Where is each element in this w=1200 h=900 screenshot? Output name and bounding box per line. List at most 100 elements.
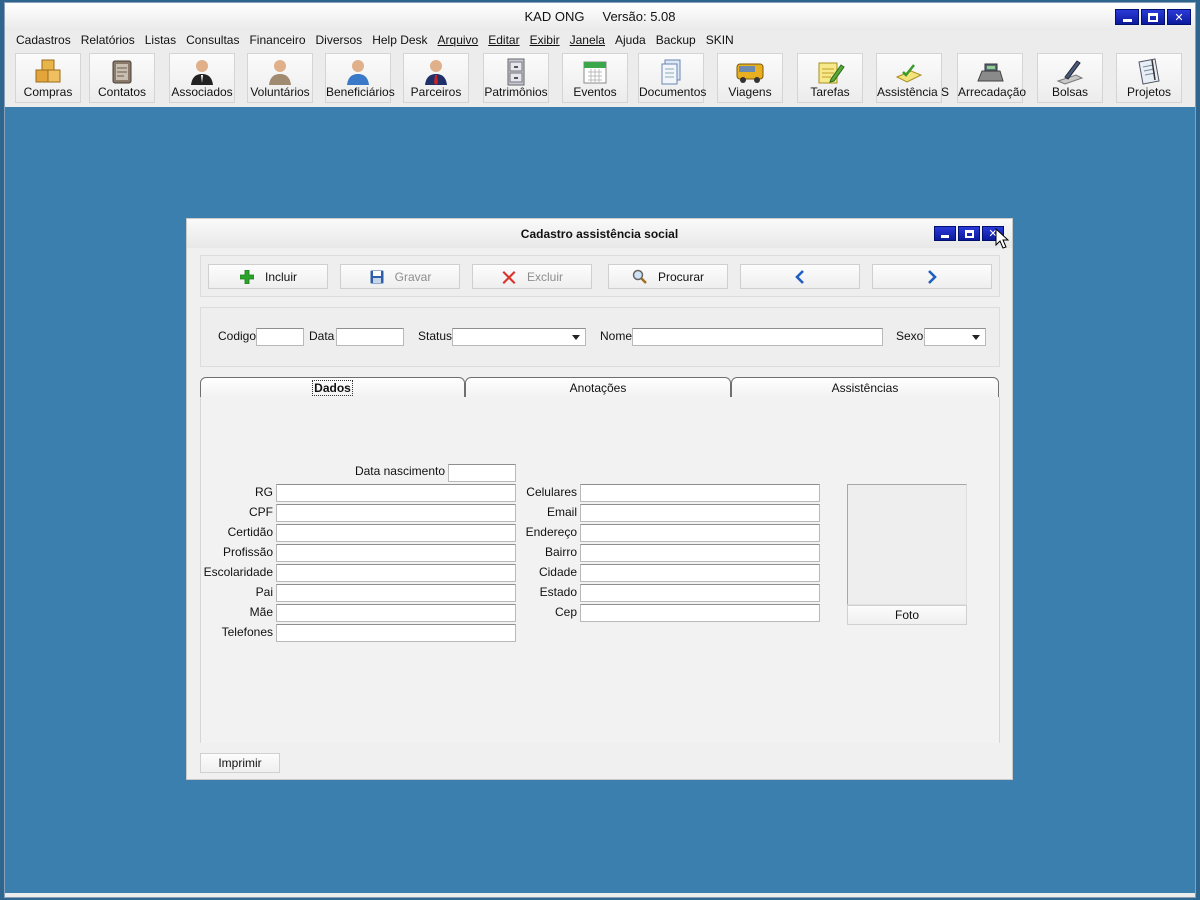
field-input-cidade[interactable]	[580, 564, 820, 582]
sexo-select[interactable]	[924, 328, 986, 346]
tab-anotacoes[interactable]: Anotações	[465, 377, 731, 397]
field-label-estado: Estado	[539, 585, 577, 599]
previous-record-button[interactable]	[740, 264, 860, 289]
field-input-telefones[interactable]	[276, 624, 516, 642]
menu-exibir[interactable]: Exibir	[530, 33, 560, 47]
person-suit-icon	[187, 57, 217, 87]
tab-dados[interactable]: Dados	[200, 377, 465, 397]
field-input-cpf[interactable]	[276, 504, 516, 522]
menu-relatórios[interactable]: Relatórios	[81, 33, 135, 47]
menu-ajuda[interactable]: Ajuda	[615, 33, 646, 47]
excluir-label: Excluir	[526, 269, 563, 284]
toolbar-tarefas-button[interactable]: Tarefas	[797, 53, 863, 103]
toolbar-arrecadação-button[interactable]: Arrecadação	[957, 53, 1026, 103]
field-label-certidão: Certidão	[227, 525, 273, 539]
menu-financeiro[interactable]: Financeiro	[249, 33, 305, 47]
app-titlebar[interactable]: KAD ONG Versão: 5.08 ✕	[5, 3, 1195, 30]
delete-x-icon	[501, 269, 517, 285]
procurar-button[interactable]: Procurar	[608, 264, 728, 289]
data-field[interactable]	[336, 328, 404, 346]
app-window-controls: ✕	[1115, 9, 1191, 25]
menu-help-desk[interactable]: Help Desk	[372, 33, 427, 47]
foto-button-label: Foto	[894, 608, 919, 622]
nascimento-field[interactable]	[448, 464, 516, 482]
child-titlebar[interactable]: Cadastro assistência social ✕	[187, 219, 1012, 248]
address-book-icon	[107, 57, 137, 87]
field-label-cep: Cep	[554, 605, 577, 619]
toolbar-label: Bolsas	[1051, 85, 1089, 99]
toolbar-compras-button[interactable]: Compras	[15, 53, 81, 103]
field-label-pai: Pai	[255, 585, 273, 599]
toolbar-label: Parceiros	[410, 85, 462, 99]
excluir-button[interactable]: Excluir	[472, 264, 592, 289]
menu-janela[interactable]: Janela	[570, 33, 605, 47]
toolbar-bolsas-button[interactable]: Bolsas	[1037, 53, 1103, 103]
menu-cadastros[interactable]: Cadastros	[16, 33, 71, 47]
minimize-button[interactable]	[1115, 9, 1139, 25]
toolbar-assistência-s-button[interactable]: Assistência S	[876, 53, 950, 103]
field-input-rg[interactable]	[276, 484, 516, 502]
field-label-celulares: Celulares	[526, 485, 577, 499]
close-button[interactable]: ✕	[1167, 9, 1191, 25]
toolbar-parceiros-button[interactable]: Parceiros	[403, 53, 469, 103]
toolbar-voluntários-button[interactable]: Voluntários	[247, 53, 313, 103]
field-input-escolaridade[interactable]	[276, 564, 516, 582]
field-input-estado[interactable]	[580, 584, 820, 602]
documents-icon	[656, 57, 686, 87]
imprimir-label: Imprimir	[218, 756, 262, 770]
file-cabinet-icon	[501, 57, 531, 87]
field-input-profissão[interactable]	[276, 544, 516, 562]
magnifier-icon	[632, 269, 648, 285]
child-minimize-button[interactable]	[934, 226, 956, 241]
foto-button[interactable]: Foto	[847, 605, 967, 625]
toolbar-documentos-button[interactable]: Documentos	[638, 53, 707, 103]
calendar-icon	[580, 57, 610, 87]
field-input-email[interactable]	[580, 504, 820, 522]
toolbar-beneficiários-button[interactable]: Beneficiários	[325, 53, 395, 103]
tab-anotacoes-label: Anotações	[569, 381, 627, 395]
menu-skin[interactable]: SKIN	[706, 33, 734, 47]
chevron-down-icon[interactable]	[969, 331, 983, 343]
menu-consultas[interactable]: Consultas	[186, 33, 239, 47]
field-label-cidade: Cidade	[538, 565, 577, 579]
field-label-profissão: Profissão	[222, 545, 273, 559]
status-select[interactable]	[452, 328, 586, 346]
incluir-button[interactable]: Incluir	[208, 264, 328, 289]
field-input-pai[interactable]	[276, 584, 516, 602]
chevron-down-icon[interactable]	[569, 331, 583, 343]
field-label-email: Email	[546, 505, 577, 519]
field-input-mãe[interactable]	[276, 604, 516, 622]
menu-editar[interactable]: Editar	[488, 33, 519, 47]
nome-field[interactable]	[632, 328, 883, 346]
toolbar-label: Voluntários	[250, 85, 310, 99]
field-input-celulares[interactable]	[580, 484, 820, 502]
toolbar-viagens-button[interactable]: Viagens	[717, 53, 783, 103]
toolbar-contatos-button[interactable]: Contatos	[89, 53, 155, 103]
menu-diversos[interactable]: Diversos	[316, 33, 363, 47]
photo-frame	[847, 484, 967, 605]
field-input-bairro[interactable]	[580, 544, 820, 562]
gravar-button[interactable]: Gravar	[340, 264, 460, 289]
toolbar-patrimônios-button[interactable]: Patrimônios	[483, 53, 549, 103]
codigo-field[interactable]	[256, 328, 304, 346]
child-maximize-button[interactable]	[958, 226, 980, 241]
next-record-button[interactable]	[872, 264, 992, 289]
field-input-endereço[interactable]	[580, 524, 820, 542]
toolbar-projetos-button[interactable]: Projetos	[1116, 53, 1182, 103]
cash-register-icon	[975, 57, 1005, 87]
menu-arquivo[interactable]: Arquivo	[438, 33, 479, 47]
menu-listas[interactable]: Listas	[145, 33, 176, 47]
minimize-icon	[941, 235, 949, 238]
toolbar-eventos-button[interactable]: Eventos	[562, 53, 628, 103]
maximize-button[interactable]	[1141, 9, 1165, 25]
field-input-certidão[interactable]	[276, 524, 516, 542]
toolbar-associados-button[interactable]: Associados	[169, 53, 235, 103]
tab-assistencias[interactable]: Assistências	[731, 377, 999, 397]
toolbar-label: Documentos	[639, 85, 707, 99]
menu-backup[interactable]: Backup	[656, 33, 696, 47]
pen-icon	[1055, 57, 1085, 87]
imprimir-button[interactable]: Imprimir	[200, 753, 280, 773]
toolbar-label: Assistência S	[877, 85, 950, 99]
field-input-cep[interactable]	[580, 604, 820, 622]
child-title: Cadastro assistência social	[520, 227, 679, 241]
